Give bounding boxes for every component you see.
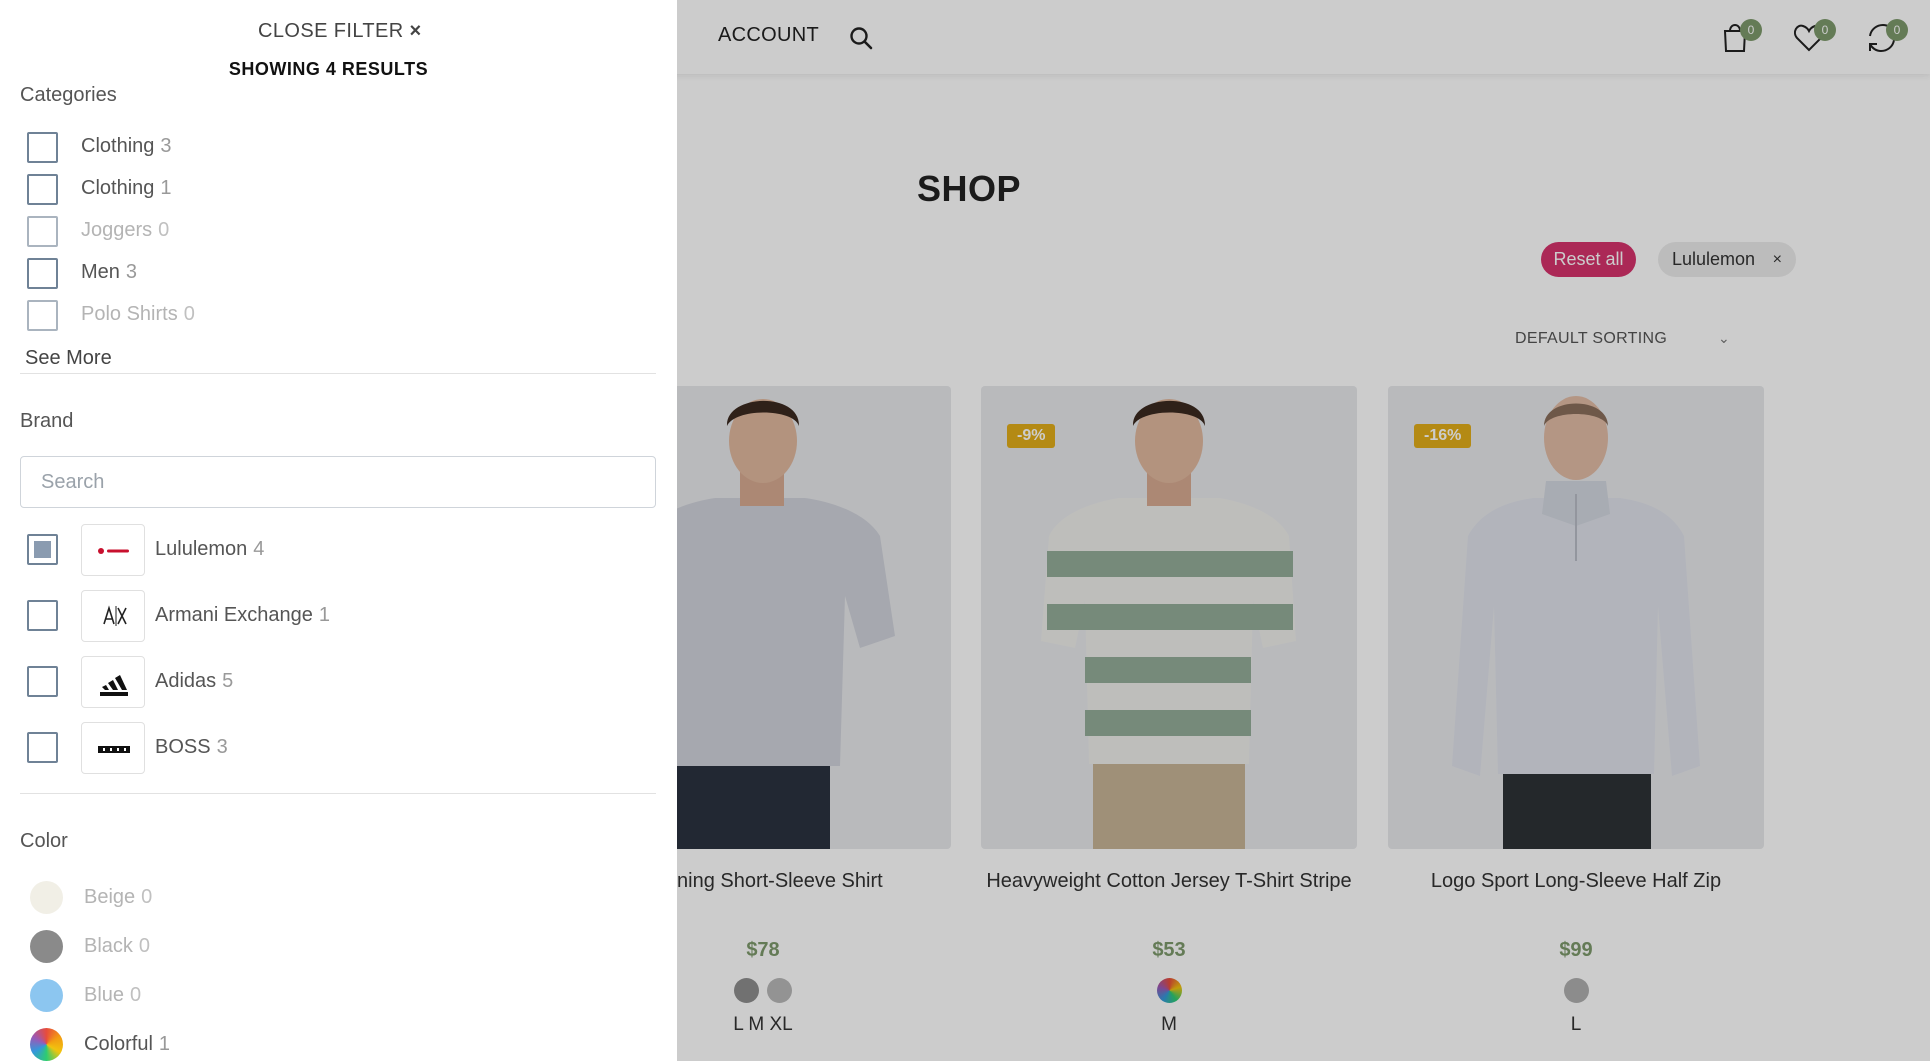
- category-count: 0: [183, 303, 195, 325]
- category-checkbox[interactable]: [27, 174, 58, 205]
- brand-count: 1: [318, 604, 330, 626]
- brand-checkbox[interactable]: [27, 534, 58, 565]
- close-icon: ×: [409, 20, 422, 42]
- brand-label: BOSS: [155, 736, 211, 758]
- category-label: Clothing: [81, 135, 155, 157]
- color-label: Colorful: [84, 1033, 153, 1055]
- brand-checkbox[interactable]: [27, 732, 58, 763]
- colorful-swatch[interactable]: [30, 1028, 63, 1061]
- filter-panel: CLOSE FILTER × SHOWING 4 RESULTS Categor…: [0, 0, 677, 1061]
- black-swatch: [30, 930, 63, 963]
- armani-exchange-logo: [81, 590, 145, 642]
- color-label: Blue: [84, 984, 125, 1006]
- color-count: 0: [130, 984, 142, 1006]
- blue-swatch: [30, 979, 63, 1012]
- category-checkbox[interactable]: [27, 132, 58, 163]
- category-label: Polo Shirts: [81, 303, 178, 325]
- color-title: Color: [20, 830, 68, 852]
- close-filter-label: CLOSE FILTER: [258, 20, 404, 42]
- brand-title: Brand: [20, 410, 74, 432]
- category-label: Clothing: [81, 177, 155, 199]
- see-more-link[interactable]: See More: [25, 347, 112, 370]
- color-count: 0: [138, 935, 151, 957]
- category-count: 3: [125, 261, 138, 283]
- category-count: 1: [160, 177, 172, 199]
- brand-label: Adidas: [155, 670, 217, 692]
- color-count: 1: [158, 1033, 171, 1055]
- category-checkbox: [27, 300, 58, 331]
- color-label: Beige: [84, 886, 136, 908]
- section-divider: [20, 373, 656, 374]
- category-label: Joggers: [81, 219, 153, 241]
- brand-label: Armani Exchange: [155, 604, 313, 626]
- close-filter-button[interactable]: CLOSE FILTER ×: [258, 20, 422, 43]
- brand-checkbox[interactable]: [27, 600, 58, 631]
- brand-count: 5: [222, 670, 234, 692]
- shop-page: ACCOUNT 0 0 0 SHOP Reset all Lululemon ×…: [0, 0, 1930, 1061]
- results-count: SHOWING 4 RESULTS: [228, 59, 429, 79]
- section-divider: [20, 793, 656, 794]
- category-label: Men: [81, 261, 120, 283]
- categories-title: Categories: [20, 84, 117, 106]
- category-count: 0: [158, 219, 170, 241]
- brand-count: 4: [253, 538, 265, 560]
- brand-count: 3: [216, 736, 228, 758]
- boss-logo: [81, 722, 145, 774]
- color-count: 0: [141, 886, 153, 908]
- category-checkbox: [27, 216, 58, 247]
- category-checkbox[interactable]: [27, 258, 58, 289]
- category-count: 3: [160, 135, 172, 157]
- beige-swatch: [30, 881, 63, 914]
- brand-search-input[interactable]: [20, 456, 656, 508]
- color-label: Black: [84, 935, 133, 957]
- lululemon-logo: [81, 524, 145, 576]
- brand-checkbox[interactable]: [27, 666, 58, 697]
- adidas-logo: [81, 656, 145, 708]
- brand-label: Lululemon: [155, 538, 248, 560]
